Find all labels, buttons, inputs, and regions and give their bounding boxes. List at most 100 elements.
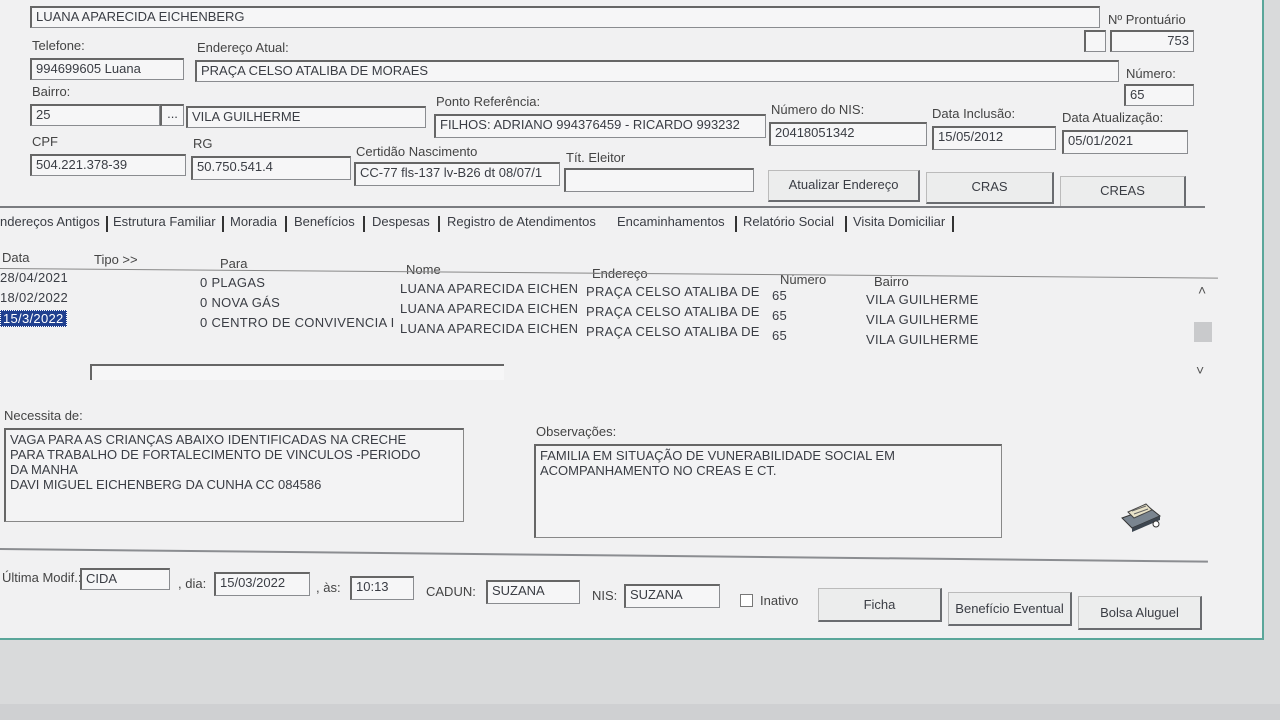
tab-estrutura-familiar[interactable]: Estrutura Familiar <box>113 214 216 229</box>
row1-numero[interactable]: 65 <box>772 288 787 303</box>
tab-registro-atendimentos[interactable]: Registro de Atendimentos <box>447 214 596 229</box>
cadun-field[interactable]: SUZANA <box>486 580 580 604</box>
data-inclusao-label: Data Inclusão: <box>932 106 1016 121</box>
rg-label: RG <box>193 136 213 151</box>
bolsa-aluguel-button[interactable]: Bolsa Aluguel <box>1078 596 1202 630</box>
inativo-checkbox[interactable] <box>740 594 753 607</box>
tab-separator <box>845 216 847 232</box>
row1-nome[interactable]: LUANA APARECIDA EICHEN <box>400 281 578 296</box>
row3-para[interactable]: 0 CENTRO DE CONVIVENCIA I <box>200 315 395 330</box>
scroll-up-icon[interactable]: ˄ <box>1198 282 1206 298</box>
row3-numero[interactable]: 65 <box>772 328 787 343</box>
col-header-nome[interactable]: Nome <box>406 262 441 277</box>
necessita-line: PARA TRABALHO DE FORTALECIMENTO DE VINCU… <box>10 447 421 462</box>
prontuario-browse-button[interactable] <box>1084 30 1106 52</box>
row2-endereco[interactable]: PRAÇA CELSO ATALIBA DE <box>586 304 760 319</box>
observacoes-memo[interactable]: FAMILIA EM SITUAÇÃO DE VUNERABILIDADE SO… <box>534 444 1002 538</box>
tab-separator <box>952 216 954 232</box>
creas-button[interactable]: CREAS <box>1060 176 1186 208</box>
nis-field[interactable]: 20418051342 <box>769 122 927 146</box>
cadun-label: CADUN: <box>426 584 476 599</box>
tab-despesas[interactable]: Despesas <box>372 214 430 229</box>
row3-endereco[interactable]: PRAÇA CELSO ATALIBA DE <box>586 324 760 339</box>
beneficio-eventual-button[interactable]: Benefício Eventual <box>948 592 1072 626</box>
numero-field[interactable]: 65 <box>1124 84 1194 106</box>
as-label: , às: <box>316 580 341 595</box>
necessita-memo[interactable]: VAGA PARA AS CRIANÇAS ABAIXO IDENTIFICAD… <box>4 428 464 522</box>
tab-moradia[interactable]: Moradia <box>230 214 277 229</box>
printer-icon[interactable] <box>1116 490 1164 536</box>
as-field[interactable]: 10:13 <box>350 576 414 600</box>
name-field[interactable]: LUANA APARECIDA EICHENBERG <box>30 6 1100 28</box>
row3-bairro[interactable]: VILA GUILHERME <box>866 332 979 347</box>
cpf-field[interactable]: 504.221.378-39 <box>30 154 186 176</box>
client-form-panel: LUANA APARECIDA EICHENBERG Nº Prontuário… <box>0 0 1264 640</box>
row1-para[interactable]: 0 PLAGAS <box>200 275 265 290</box>
row2-numero[interactable]: 65 <box>772 308 787 323</box>
footer-divider <box>0 548 1208 563</box>
tab-separator <box>363 216 365 232</box>
tab-visita-domiciliar[interactable]: Visita Domiciliar <box>853 214 945 229</box>
bairro-browse-button[interactable]: ... <box>160 104 184 126</box>
titulo-eleitor-label: Tít. Eleitor <box>566 150 626 165</box>
section-divider <box>0 206 1205 208</box>
bairro-field[interactable]: VILA GUILHERME <box>186 106 426 128</box>
observacoes-line: FAMILIA EM SITUAÇÃO DE VUNERABILIDADE SO… <box>540 448 895 463</box>
cpf-label: CPF <box>32 134 58 149</box>
prontuario-field[interactable]: 753 <box>1110 30 1194 52</box>
dia-field[interactable]: 15/03/2022 <box>214 572 310 596</box>
nis-label: Número do NIS: <box>771 102 865 117</box>
tab-separator <box>106 216 108 232</box>
row1-bairro[interactable]: VILA GUILHERME <box>866 292 979 307</box>
col-header-data[interactable]: Data <box>2 250 29 265</box>
observacoes-line: ACOMPANHAMENTO NO CREAS E CT. <box>540 463 777 478</box>
tab-beneficios[interactable]: Benefícios <box>294 214 355 229</box>
atualizar-endereco-button[interactable]: Atualizar Endereço <box>768 170 920 202</box>
tab-relatorio-social[interactable]: Relatório Social <box>743 214 834 229</box>
ponto-referencia-field[interactable]: FILHOS: ADRIANO 994376459 - RICARDO 9932… <box>434 114 766 138</box>
col-header-para[interactable]: Para <box>220 256 247 271</box>
numero-label: Número: <box>1126 66 1176 81</box>
grid-edit-field[interactable] <box>90 364 504 380</box>
col-header-tipo[interactable]: Tipo >> <box>94 252 138 267</box>
cras-button[interactable]: CRAS <box>926 172 1054 204</box>
row1-data[interactable]: 28/04/2021 <box>0 270 68 285</box>
necessita-line: VAGA PARA AS CRIANÇAS ABAIXO IDENTIFICAD… <box>10 432 407 447</box>
data-atualizacao-label: Data Atualização: <box>1062 110 1164 125</box>
telefone-field[interactable]: 994699605 Luana <box>30 58 184 80</box>
data-atualizacao-field[interactable]: 05/01/2021 <box>1062 130 1188 154</box>
row1-endereco[interactable]: PRAÇA CELSO ATALIBA DE <box>586 284 760 299</box>
titulo-eleitor-field[interactable] <box>564 168 754 192</box>
necessita-line: DA MANHA <box>10 462 78 477</box>
col-header-bairro[interactable]: Bairro <box>874 274 909 289</box>
data-inclusao-field[interactable]: 15/05/2012 <box>932 126 1056 150</box>
endereco-field[interactable]: PRAÇA CELSO ATALIBA DE MORAES <box>195 60 1119 82</box>
row2-data[interactable]: 18/02/2022 <box>0 290 68 305</box>
necessita-line: DAVI MIGUEL EICHENBERG DA CUNHA CC 08458… <box>10 477 322 492</box>
taskbar-strip <box>0 704 1280 720</box>
tab-separator <box>222 216 224 232</box>
tab-encaminhamentos[interactable]: Encaminhamentos <box>617 214 725 229</box>
ponto-referencia-label: Ponto Referência: <box>436 94 541 109</box>
ultima-modif-field[interactable]: CIDA <box>80 568 170 590</box>
inativo-label: Inativo <box>760 593 799 608</box>
nis-footer-label: NIS: <box>592 588 618 603</box>
rg-field[interactable]: 50.750.541.4 <box>191 156 351 180</box>
row3-nome[interactable]: LUANA APARECIDA EICHEN <box>400 321 578 336</box>
bairro-label: Bairro: <box>32 84 71 99</box>
scrollbar-thumb[interactable] <box>1194 322 1212 342</box>
row3-data-selected[interactable]: 15/3/2022 <box>0 310 67 327</box>
row2-bairro[interactable]: VILA GUILHERME <box>866 312 979 327</box>
tab-enderecos-antigos[interactable]: ndereços Antigos <box>0 214 100 229</box>
dia-label: , dia: <box>178 576 207 591</box>
certidao-field[interactable]: CC-77 fls-137 lv-B26 dt 08/07/1 <box>354 162 560 186</box>
tab-separator <box>735 216 737 232</box>
ficha-button[interactable]: Ficha <box>818 588 942 622</box>
row2-para[interactable]: 0 NOVA GÁS <box>200 295 280 310</box>
tab-separator <box>285 216 287 232</box>
tab-separator <box>438 216 440 232</box>
nis-footer-field[interactable]: SUZANA <box>624 584 720 608</box>
row2-nome[interactable]: LUANA APARECIDA EICHEN <box>400 301 578 316</box>
bairro-code-field[interactable]: 25 <box>30 104 160 126</box>
scroll-down-icon[interactable]: ˅ <box>1196 362 1204 378</box>
